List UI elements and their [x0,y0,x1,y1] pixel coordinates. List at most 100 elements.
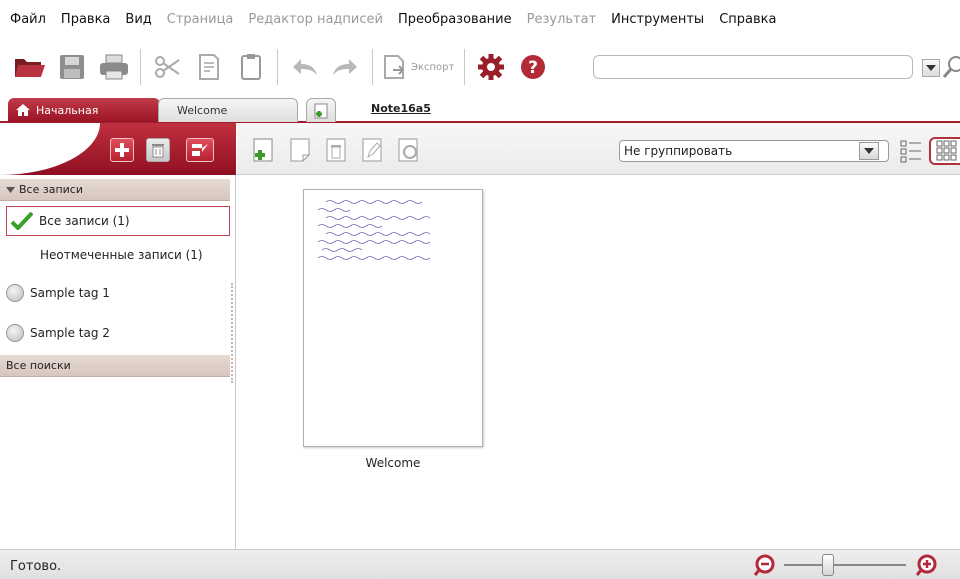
menu-page[interactable]: Страница [167,12,234,27]
menu-convert[interactable]: Преобразование [398,12,512,27]
toolbar-separator [277,49,278,85]
menu-file[interactable]: Файл [10,12,46,27]
gear-icon [478,54,505,80]
section-header-label: Все поиски [6,359,71,372]
zoom-out-button[interactable] [752,553,776,577]
paste-button[interactable] [235,51,267,83]
search-button[interactable] [942,54,960,80]
note-title[interactable]: Welcome [303,456,483,470]
toolbar-separator [372,49,373,85]
trash-page-icon [326,138,346,162]
save-button[interactable] [56,51,88,83]
search-dropdown-button[interactable] [922,59,940,77]
magnifier-icon [942,56,960,78]
redo-button[interactable] [330,51,362,83]
menu-result[interactable]: Результат [527,12,597,27]
print-button[interactable] [98,51,130,83]
all-searches-section-header[interactable]: Все поиски [0,355,230,377]
tab-home-label: Начальная [36,103,99,117]
delete-tag-button[interactable] [146,138,170,162]
printer-icon [100,54,128,80]
arrow-icon [192,144,208,156]
copy-icon [199,54,219,80]
svg-text:?: ? [528,58,538,78]
sidebar-header [0,123,236,175]
sidebar-item-label: Sample tag 2 [30,326,110,340]
sidebar-item-label: Все записи (1) [39,214,130,228]
group-by-select[interactable]: Не группировать [619,140,889,162]
export-button[interactable]: Экспорт [383,54,454,80]
all-notes-section-header[interactable]: Все записи [0,179,230,201]
redo-icon [333,59,357,75]
tab-home[interactable]: Начальная [8,98,160,122]
sidebar-item-untagged[interactable]: Неотмеченные записи (1) [6,240,230,270]
menu-help[interactable]: Справка [719,12,776,27]
move-tag-button[interactable] [186,138,214,162]
home-icon [16,104,30,116]
toolbar-separator [140,49,141,85]
menu-bar: Файл Правка Вид Страница Редактор надпис… [0,0,960,38]
status-bar: Готово. [0,549,960,579]
scissors-icon [155,56,180,78]
zoom-in-button[interactable] [914,553,938,577]
trash-icon [152,144,164,158]
handwriting-preview [317,200,431,260]
new-note-icon [314,103,328,118]
floppy-icon [60,55,84,79]
tag-circle-icon [6,324,24,342]
grid-view-button[interactable] [929,137,960,165]
undo-icon [293,59,317,75]
tab-bar: Начальная Welcome Note16a5 [0,96,960,123]
list-view-icon [900,140,921,163]
sidebar-item-label: Sample tag 1 [30,286,110,300]
sidebar-item-label: Неотмеченные записи (1) [40,248,203,262]
search-input[interactable] [593,55,913,79]
page-icon [290,138,310,162]
delete-note-button[interactable] [323,137,349,163]
toolbar-separator [464,49,466,85]
triangle-down-icon [926,65,936,71]
help-button[interactable]: ? [517,51,549,83]
rename-note-button[interactable] [359,137,385,163]
sidebar-item-tag-2[interactable]: Sample tag 2 [6,318,230,348]
tag-circle-icon [6,284,24,302]
edit-note-button[interactable] [287,137,313,163]
zoom-slider-track[interactable] [784,564,906,566]
list-view-button[interactable] [900,139,922,163]
new-tab-button[interactable] [306,98,336,122]
convert-note-button[interactable] [395,137,421,163]
copy-button[interactable] [193,51,225,83]
menu-tools[interactable]: Инструменты [611,12,704,27]
section-header-label: Все записи [19,183,83,196]
group-by-value: Не группировать [624,144,733,158]
status-text: Готово. [10,559,62,574]
sidebar: Все записи Все записи (1) Неотмеченные з… [0,123,236,549]
zoom-in-icon [915,554,937,576]
export-label: Экспорт [411,61,455,73]
new-note-button[interactable] [251,137,277,163]
add-tag-button[interactable] [110,138,134,162]
tab-welcome-label: Welcome [177,104,228,117]
zoom-slider-handle[interactable] [822,554,834,576]
main-toolbar: Экспорт ? [0,38,960,96]
note-link[interactable]: Note16a5 [371,102,431,115]
undo-button[interactable] [288,51,320,83]
sidebar-item-tag-1[interactable]: Sample tag 1 [6,278,230,308]
menu-caption-editor[interactable]: Редактор надписей [248,12,383,27]
group-by-dropdown-button[interactable] [859,142,879,160]
cut-button[interactable] [151,51,183,83]
note-thumbnail[interactable] [303,189,483,447]
sidebar-item-all-notes[interactable]: Все записи (1) [6,206,230,236]
folder-open-icon [15,59,45,77]
clipboard-icon [241,54,261,80]
zoom-out-icon [753,554,775,576]
triangle-down-icon [6,186,15,193]
open-folder-button[interactable] [14,51,46,83]
menu-view[interactable]: Вид [125,12,151,27]
menu-edit[interactable]: Правка [61,12,110,27]
tab-welcome[interactable]: Welcome [158,98,298,122]
settings-button[interactable] [475,51,507,83]
splitter-handle[interactable] [231,283,233,383]
grid-view-icon [936,140,957,161]
plus-icon [115,143,129,157]
